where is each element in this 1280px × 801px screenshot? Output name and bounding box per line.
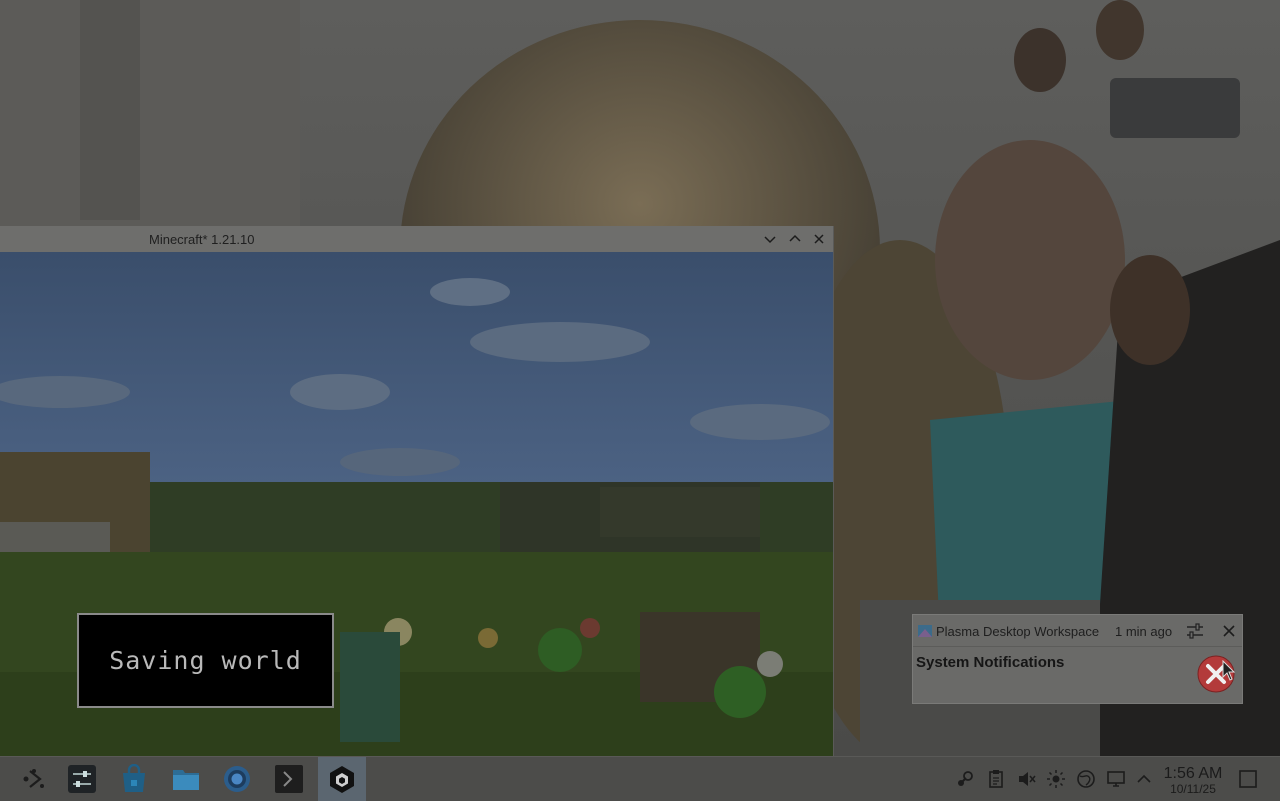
volume-tray-icon[interactable] <box>1016 769 1036 789</box>
close-window-button[interactable] <box>810 230 828 248</box>
taskbar-panel: 1:56 AM 10/11/25 <box>0 756 1280 801</box>
show-desktop-icon <box>1239 770 1257 788</box>
plasma-app-icon <box>918 624 932 637</box>
window-titlebar[interactable]: Minecraft* 1.21.10 <box>0 226 833 252</box>
terminal-icon <box>275 765 303 793</box>
configure-notifications-button[interactable] <box>1185 621 1205 641</box>
steam-tray-icon[interactable] <box>955 769 975 789</box>
taskbar-file-manager[interactable] <box>162 757 210 801</box>
settings-sliders-icon <box>1187 623 1203 639</box>
window-title: Minecraft* 1.21.10 <box>149 232 255 247</box>
network-globe-icon <box>1077 770 1095 788</box>
expand-tray-icon <box>1137 774 1151 783</box>
show-hidden-tray-button[interactable] <box>1134 769 1154 789</box>
show-desktop-button[interactable] <box>1238 769 1258 789</box>
minecraft-window[interactable]: Minecraft* 1.21.10 Saving world <box>0 226 834 756</box>
chevron-up-icon <box>789 234 801 242</box>
saving-world-text: Saving world <box>109 646 302 675</box>
taskbar-minecraft[interactable] <box>318 757 366 801</box>
display-tray-icon[interactable] <box>1106 769 1126 789</box>
taskbar-system-settings[interactable] <box>58 757 106 801</box>
store-bag-icon <box>123 764 145 792</box>
application-launcher-button[interactable] <box>9 757 57 801</box>
close-icon <box>814 234 824 244</box>
taskbar-terminal[interactable] <box>265 757 313 801</box>
clock-time: 1:56 AM <box>1163 765 1223 782</box>
chromium-icon <box>224 766 250 792</box>
kde-launcher-icon <box>23 769 44 788</box>
chevron-down-icon <box>764 236 776 244</box>
network-tray-icon[interactable] <box>1076 769 1096 789</box>
taskbar-discover[interactable] <box>110 757 158 801</box>
clipboard-icon <box>989 770 1003 788</box>
settings-sliders-icon <box>68 765 96 793</box>
brightness-icon <box>1047 770 1065 788</box>
steam-icon <box>958 771 973 786</box>
minimize-button[interactable] <box>761 230 779 248</box>
folder-icon <box>173 770 199 790</box>
saving-world-overlay: Saving world <box>77 613 334 708</box>
brightness-tray-icon[interactable] <box>1046 769 1066 789</box>
maximize-button[interactable] <box>786 230 804 248</box>
notification-title: System Notifications <box>916 654 1065 671</box>
notification-app-name: Plasma Desktop Workspace <box>936 624 1100 639</box>
game-viewport[interactable]: Saving world <box>0 252 833 756</box>
clock-date: 10/11/25 <box>1170 782 1216 796</box>
mouse-cursor-icon <box>1222 659 1236 682</box>
taskbar-web-browser[interactable] <box>213 757 261 801</box>
notification-divider <box>913 646 1242 647</box>
notification-timestamp: 1 min ago <box>1115 624 1173 639</box>
clipboard-tray-icon[interactable] <box>986 769 1006 789</box>
minecraft-icon <box>330 766 354 793</box>
close-icon <box>1223 625 1235 637</box>
display-icon <box>1107 771 1125 787</box>
volume-muted-icon <box>1019 772 1036 786</box>
close-notification-button[interactable] <box>1220 622 1238 640</box>
notification-popup[interactable]: Plasma Desktop Workspace 1 min ago Syste… <box>912 614 1243 704</box>
